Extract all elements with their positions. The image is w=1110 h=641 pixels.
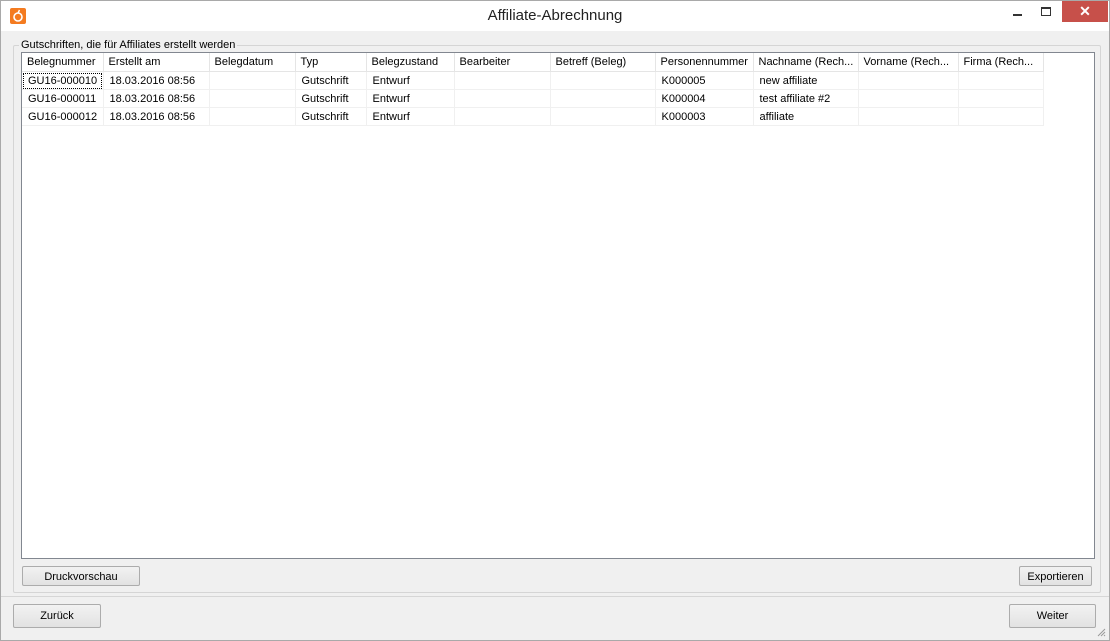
cell-vorname[interactable] [858, 89, 959, 108]
cell-belegdatum[interactable] [209, 107, 296, 126]
column-header-erstellt-am[interactable]: Erstellt am [103, 53, 210, 72]
table-row[interactable]: GU16-000012 18.03.2016 08:56 Gutschrift … [22, 107, 1044, 126]
cell-betreff[interactable] [550, 71, 656, 90]
column-header-belegdatum[interactable]: Belegdatum [209, 53, 296, 72]
cell-erstellt-am[interactable]: 18.03.2016 08:56 [103, 107, 210, 126]
cell-belegzustand[interactable]: Entwurf [366, 107, 455, 126]
table-row[interactable]: GU16-000010 18.03.2016 08:56 Gutschrift … [22, 71, 1044, 90]
column-header-firma[interactable]: Firma (Rech... [958, 53, 1044, 72]
cell-personennummer[interactable]: K000004 [655, 89, 754, 108]
column-header-belegnummer[interactable]: Belegnummer [22, 53, 104, 72]
column-header-personennummer[interactable]: Personennummer [655, 53, 754, 72]
column-header-bearbeiter[interactable]: Bearbeiter [454, 53, 551, 72]
cell-betreff[interactable] [550, 89, 656, 108]
main-window: Affiliate-Abrechnung ✕ Gutschriften, die… [0, 0, 1110, 641]
cell-firma[interactable] [958, 71, 1044, 90]
column-header-vorname[interactable]: Vorname (Rech... [858, 53, 959, 72]
cell-vorname[interactable] [858, 71, 959, 90]
credit-notes-grid[interactable]: Belegnummer Erstellt am Belegdatum Typ B… [21, 52, 1095, 559]
window-title: Affiliate-Abrechnung [487, 7, 623, 24]
cell-bearbeiter[interactable] [454, 71, 551, 90]
column-header-betreff[interactable]: Betreff (Beleg) [550, 53, 656, 72]
resize-grip-icon[interactable] [1096, 627, 1106, 637]
column-header-typ[interactable]: Typ [295, 53, 367, 72]
cell-nachname[interactable]: affiliate [753, 107, 859, 126]
cell-typ[interactable]: Gutschrift [295, 107, 367, 126]
footer-divider [1, 596, 1109, 597]
back-button[interactable]: Zurück [13, 604, 101, 628]
column-header-nachname[interactable]: Nachname (Rech... [753, 53, 859, 72]
grid-table: Belegnummer Erstellt am Belegdatum Typ B… [22, 53, 1044, 126]
close-icon: ✕ [1079, 3, 1091, 19]
cell-firma[interactable] [958, 107, 1044, 126]
cell-bearbeiter[interactable] [454, 107, 551, 126]
cell-personennummer[interactable]: K000005 [655, 71, 754, 90]
cell-betreff[interactable] [550, 107, 656, 126]
cell-belegzustand[interactable]: Entwurf [366, 71, 455, 90]
table-row[interactable]: GU16-000011 18.03.2016 08:56 Gutschrift … [22, 89, 1044, 108]
export-button[interactable]: Exportieren [1019, 566, 1092, 586]
cell-belegzustand[interactable]: Entwurf [366, 89, 455, 108]
cell-belegnummer[interactable]: GU16-000012 [22, 107, 104, 126]
maximize-icon [1041, 7, 1051, 16]
group-label: Gutschriften, die für Affiliates erstell… [19, 39, 238, 51]
cell-belegdatum[interactable] [209, 71, 296, 90]
cell-personennummer[interactable]: K000003 [655, 107, 754, 126]
print-preview-button[interactable]: Druckvorschau [22, 566, 140, 586]
minimize-icon [1012, 13, 1022, 16]
cell-firma[interactable] [958, 89, 1044, 108]
cell-nachname[interactable]: new affiliate [753, 71, 859, 90]
maximize-button[interactable] [1032, 1, 1060, 22]
cell-typ[interactable]: Gutschrift [295, 71, 367, 90]
cell-erstellt-am[interactable]: 18.03.2016 08:56 [103, 89, 210, 108]
grid-header-row: Belegnummer Erstellt am Belegdatum Typ B… [22, 53, 1044, 72]
cell-belegdatum[interactable] [209, 89, 296, 108]
cell-erstellt-am[interactable]: 18.03.2016 08:56 [103, 71, 210, 90]
next-button[interactable]: Weiter [1009, 604, 1096, 628]
minimize-button[interactable] [1003, 1, 1031, 22]
column-header-belegzustand[interactable]: Belegzustand [366, 53, 455, 72]
cell-belegnummer[interactable]: GU16-000010 [22, 71, 104, 90]
close-button[interactable]: ✕ [1062, 1, 1108, 22]
cell-belegnummer[interactable]: GU16-000011 [22, 89, 104, 108]
cell-nachname[interactable]: test affiliate #2 [753, 89, 859, 108]
cell-bearbeiter[interactable] [454, 89, 551, 108]
title-bar[interactable]: Affiliate-Abrechnung ✕ [1, 1, 1109, 31]
cell-vorname[interactable] [858, 107, 959, 126]
cell-typ[interactable]: Gutschrift [295, 89, 367, 108]
